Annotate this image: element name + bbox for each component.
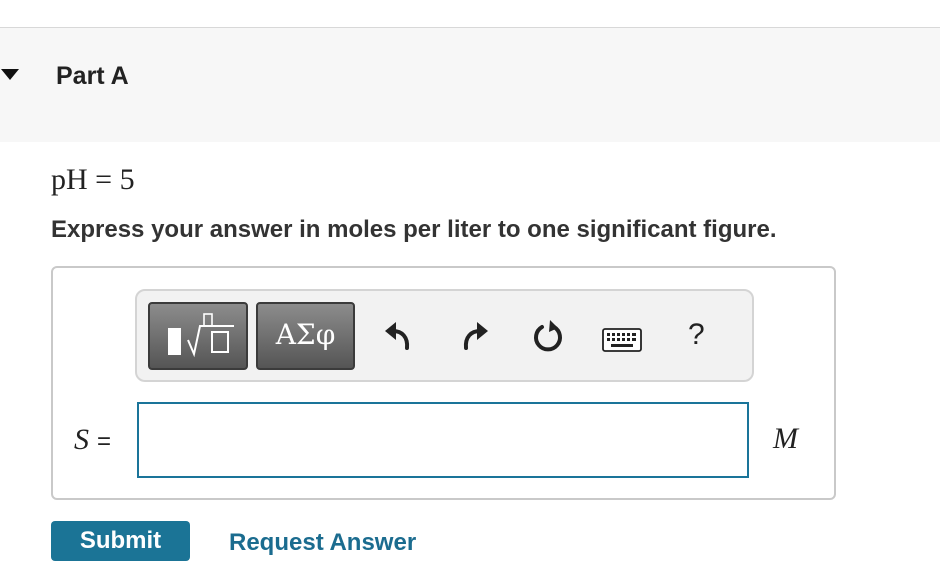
submit-button[interactable]: Submit [51,521,190,561]
part-header[interactable] [0,28,940,142]
undo-icon[interactable] [383,318,413,352]
symbols-button[interactable]: ΑΣφ [256,302,355,370]
variable-symbol: S [74,423,89,456]
request-answer-link[interactable]: Request Answer [229,529,416,557]
help-button[interactable]: ? [688,318,705,352]
answer-variable-label: S = [74,423,111,457]
collapse-caret-icon[interactable] [1,69,19,80]
given-value: pH = 5 [51,163,135,196]
equals-sign: = [97,428,112,455]
reset-icon[interactable] [530,318,566,354]
answer-instruction: Express your answer in moles per liter t… [51,216,777,243]
unit-label: M [773,422,798,455]
templates-icon [168,313,234,358]
keyboard-icon[interactable] [602,328,642,352]
symbols-label: ΑΣφ [275,318,336,351]
part-title[interactable]: Part A [56,62,129,91]
templates-button[interactable] [148,302,248,370]
answer-input[interactable] [137,402,749,478]
redo-icon[interactable] [460,318,490,352]
